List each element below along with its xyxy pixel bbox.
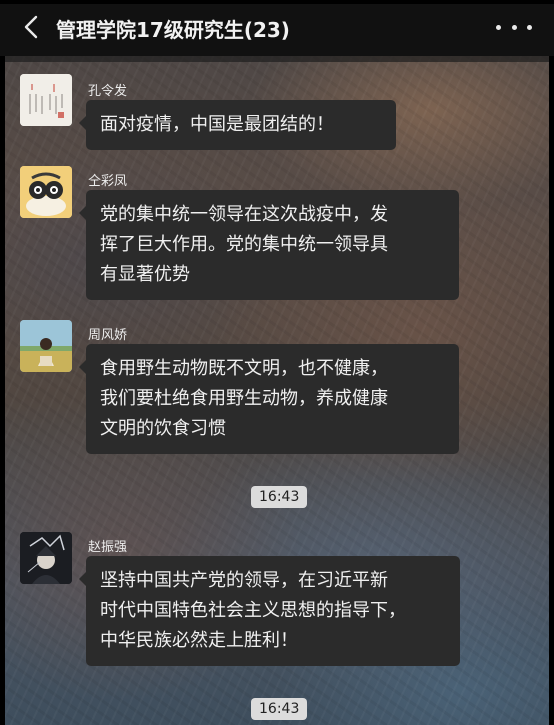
timestamp: 16:43 xyxy=(251,486,308,508)
status-strip xyxy=(0,0,554,4)
timestamp: 16:43 xyxy=(251,698,308,720)
sender-name: 赵振强 xyxy=(88,540,128,555)
avatar[interactable] xyxy=(20,166,72,218)
previous-message-edge xyxy=(5,56,549,62)
cartoon-avatar-icon xyxy=(20,166,72,218)
message-bubble[interactable]: 坚持中国共产党的领导，在习近平新 时代中国特色社会主义思想的指导下， 中华民族必… xyxy=(79,556,460,666)
message-line: 坚持中国共产党的领导，在习近平新 xyxy=(100,570,388,591)
sender-name: 周风娇 xyxy=(88,328,128,343)
frame-right xyxy=(549,56,554,725)
more-options-button[interactable] xyxy=(496,14,532,40)
message-line: 食用野生动物既不文明，也不健康， xyxy=(100,358,388,379)
anime-avatar-icon xyxy=(20,532,72,584)
avatar[interactable] xyxy=(20,532,72,584)
back-button[interactable] xyxy=(16,12,46,42)
message-line: 面对疫情，中国是最团结的！ xyxy=(100,114,334,135)
calligraphy-avatar-icon xyxy=(20,74,72,126)
chevron-left-icon xyxy=(24,15,38,39)
message-bubble[interactable]: 党的集中统一领导在这次战疫中，发 挥了巨大作用。党的集中统一领导具 有显著优势 xyxy=(79,190,459,300)
message-bubble[interactable]: 食用野生动物既不文明，也不健康， 我们要杜绝食用野生动物，养成健康 文明的饮食习… xyxy=(79,344,459,454)
title-bar: 管理学院17级研究生(23) xyxy=(0,0,554,56)
message-line: 中华民族必然走上胜利！ xyxy=(100,630,298,651)
message-line: 挥了巨大作用。党的集中统一领导具 xyxy=(100,234,388,255)
message-line: 有显著优势 xyxy=(100,264,190,285)
chat-title: 管理学院17级研究生(23) xyxy=(56,18,290,42)
ellipsis-icon xyxy=(496,24,501,30)
avatar[interactable] xyxy=(20,74,72,126)
message-line: 我们要杜绝食用野生动物，养成健康 xyxy=(100,388,388,409)
message-line: 时代中国特色社会主义思想的指导下， xyxy=(100,600,406,621)
sender-name: 仝彩凤 xyxy=(88,174,128,189)
avatar[interactable] xyxy=(20,320,72,372)
chat-screen: 管理学院17级研究生(23) 孔令发 面对疫情，中国是最团结的！ 仝彩凤 党的集… xyxy=(0,0,554,725)
frame-left xyxy=(0,56,5,725)
message-bubble[interactable]: 面对疫情，中国是最团结的！ xyxy=(79,100,396,150)
sender-name: 孔令发 xyxy=(88,84,128,99)
girl-field-avatar-icon xyxy=(20,320,72,372)
message-line: 文明的饮食习惯 xyxy=(100,418,226,439)
message-line: 党的集中统一领导在这次战疫中，发 xyxy=(100,204,388,225)
